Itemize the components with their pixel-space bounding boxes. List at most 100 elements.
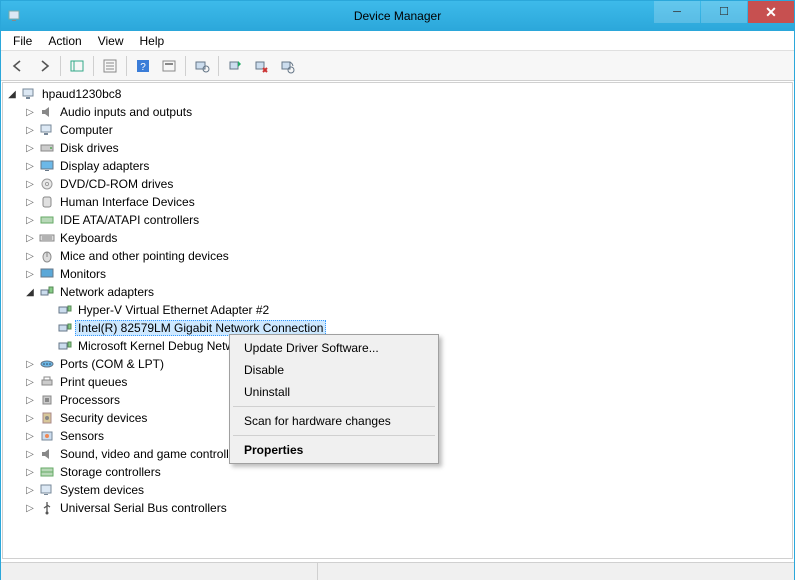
expand-icon[interactable]: ▷: [23, 105, 37, 119]
title-bar: Device Manager ─ ☐ ✕: [1, 1, 794, 31]
uninstall-button[interactable]: [249, 54, 273, 78]
tree-root-node[interactable]: ◢hpaud1230bc8: [5, 85, 790, 103]
tree-category[interactable]: ▷ Storage controllers: [23, 463, 790, 481]
expand-icon[interactable]: ▷: [23, 213, 37, 227]
expand-icon[interactable]: ▷: [23, 375, 37, 389]
collapse-icon[interactable]: ◢: [23, 285, 37, 299]
expand-icon[interactable]: ▷: [23, 141, 37, 155]
tree-category[interactable]: ▷Display adapters: [23, 157, 790, 175]
tree-category-network[interactable]: ◢ Network adapters: [23, 283, 790, 301]
tree-device-network[interactable]: Hyper-V Virtual Ethernet Adapter #2: [41, 301, 790, 319]
tree-category[interactable]: ▷ System devices: [23, 481, 790, 499]
nic-icon: [57, 338, 73, 354]
collapse-icon[interactable]: ◢: [5, 87, 19, 101]
expand-icon[interactable]: ▷: [23, 195, 37, 209]
status-bar: [1, 562, 794, 580]
menu-action[interactable]: Action: [40, 32, 89, 50]
tree-category[interactable]: ▷Human Interface Devices: [23, 193, 790, 211]
tree-category[interactable]: ▷DVD/CD-ROM drives: [23, 175, 790, 193]
audio-icon: [39, 104, 55, 120]
expand-icon[interactable]: ▷: [23, 483, 37, 497]
menu-bar: File Action View Help: [1, 31, 794, 51]
cm-separator: [233, 435, 435, 436]
tree-category[interactable]: ▷ Mice and other pointing devices: [23, 247, 790, 265]
tree-item-label: Audio inputs and outputs: [57, 104, 195, 120]
context-menu: Update Driver Software... Disable Uninst…: [229, 334, 439, 464]
close-button[interactable]: ✕: [748, 1, 794, 23]
tree-item-label: Monitors: [57, 266, 109, 282]
expand-icon[interactable]: ▷: [23, 447, 37, 461]
expand-icon[interactable]: ▷: [23, 249, 37, 263]
usb-icon: [39, 500, 55, 516]
expand-icon[interactable]: ▷: [23, 231, 37, 245]
nic-icon: [57, 320, 73, 336]
disable-button[interactable]: [275, 54, 299, 78]
tree-item-label: Print queues: [57, 374, 130, 390]
expand-icon[interactable]: ▷: [23, 429, 37, 443]
nic-icon: [57, 302, 73, 318]
tree-category[interactable]: ▷ Disk drives: [23, 139, 790, 157]
system-icon: [39, 482, 55, 498]
scan-hardware-button[interactable]: [190, 54, 214, 78]
tree-category[interactable]: ▷ Monitors: [23, 265, 790, 283]
tree-item-label: Sensors: [57, 428, 107, 444]
tree-category[interactable]: ▷ Audio inputs and outputs: [23, 103, 790, 121]
expand-icon[interactable]: ▷: [23, 357, 37, 371]
properties-button[interactable]: [98, 54, 122, 78]
expand-icon[interactable]: ▷: [23, 159, 37, 173]
cpu-icon: [39, 392, 55, 408]
port-icon: [39, 356, 55, 372]
toolbar: ?: [1, 51, 794, 81]
expand-icon[interactable]: ▷: [23, 465, 37, 479]
display-icon: [39, 158, 55, 174]
tree-category[interactable]: ▷Universal Serial Bus controllers: [23, 499, 790, 517]
minimize-button[interactable]: ─: [654, 1, 700, 23]
tree-category[interactable]: ▷Computer: [23, 121, 790, 139]
maximize-button[interactable]: ☐: [701, 1, 747, 23]
expand-icon[interactable]: ▷: [23, 267, 37, 281]
storage-icon: [39, 464, 55, 480]
hid-icon: [39, 194, 55, 210]
cm-uninstall[interactable]: Uninstall: [232, 381, 436, 403]
keyboard-icon: [39, 230, 55, 246]
tree-item-label: Ports (COM & LPT): [57, 356, 167, 372]
mouse-icon: [39, 248, 55, 264]
cm-scan[interactable]: Scan for hardware changes: [232, 410, 436, 432]
security-icon: [39, 410, 55, 426]
expand-icon[interactable]: ▷: [23, 501, 37, 515]
back-button[interactable]: [6, 54, 30, 78]
show-hide-tree-button[interactable]: [65, 54, 89, 78]
cm-disable[interactable]: Disable: [232, 359, 436, 381]
tree-item-label: Processors: [57, 392, 123, 408]
expand-icon[interactable]: ▷: [23, 123, 37, 137]
menu-view[interactable]: View: [90, 32, 132, 50]
sensor-icon: [39, 428, 55, 444]
forward-button[interactable]: [32, 54, 56, 78]
cm-properties[interactable]: Properties: [232, 439, 436, 461]
action-button[interactable]: [157, 54, 181, 78]
menu-help[interactable]: Help: [132, 32, 173, 50]
audio-icon: [39, 446, 55, 462]
tree-item-label: System devices: [57, 482, 147, 498]
tree-item-label: Sound, video and game controllers: [57, 446, 248, 462]
expand-icon[interactable]: ▷: [23, 393, 37, 407]
cm-update-driver[interactable]: Update Driver Software...: [232, 337, 436, 359]
expand-icon[interactable]: ▷: [23, 411, 37, 425]
tree-item-label: Mice and other pointing devices: [57, 248, 232, 264]
tree-item-label: Storage controllers: [57, 464, 164, 480]
update-driver-button[interactable]: [223, 54, 247, 78]
device-tree-pane[interactable]: ◢hpaud1230bc8 ▷ Audio inputs and outputs▷C…: [2, 82, 793, 559]
tree-item-label: Hyper-V Virtual Ethernet Adapter #2: [75, 302, 272, 318]
computer-icon: [39, 122, 55, 138]
tree-item-label: Disk drives: [57, 140, 122, 156]
menu-file[interactable]: File: [5, 32, 40, 50]
tree-category[interactable]: ▷ IDE ATA/ATAPI controllers: [23, 211, 790, 229]
help-button[interactable]: ?: [131, 54, 155, 78]
tree-item-label: Security devices: [57, 410, 150, 426]
tree-item-label: IDE ATA/ATAPI controllers: [57, 212, 202, 228]
tree-item-label: Network adapters: [57, 284, 157, 300]
network-icon: [39, 284, 55, 300]
dvd-icon: [39, 176, 55, 192]
expand-icon[interactable]: ▷: [23, 177, 37, 191]
tree-category[interactable]: ▷Keyboards: [23, 229, 790, 247]
